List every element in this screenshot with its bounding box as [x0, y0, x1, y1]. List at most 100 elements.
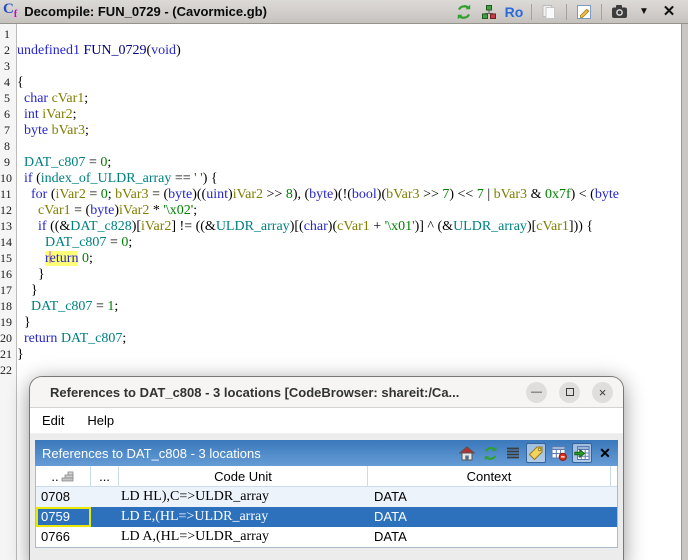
column-header-code-unit[interactable]: Code Unit: [119, 466, 368, 487]
table-remove-icon: [551, 446, 567, 461]
home-button[interactable]: [457, 443, 477, 463]
code-token: +: [369, 219, 385, 234]
line-number: 3: [4, 59, 10, 73]
references-panel-toolbar: ✕: [457, 443, 618, 463]
code-token: FUN_0729: [83, 43, 147, 58]
list-icon: [507, 447, 519, 459]
code-line[interactable]: 21}: [0, 346, 681, 362]
code-line[interactable]: 7 byte bVar3;: [0, 122, 681, 138]
close-window-button[interactable]: ×: [592, 381, 613, 403]
code-token: }: [17, 347, 24, 362]
code-line[interactable]: 8: [0, 138, 681, 154]
graph-button[interactable]: [479, 2, 499, 22]
edit-button[interactable]: [574, 2, 594, 22]
code-token: >>: [419, 187, 443, 202]
line-number: 21: [0, 347, 12, 361]
table-go-icon: [574, 446, 590, 460]
decompiler-toolbar: Ro ▼ ✕: [454, 2, 688, 22]
code-line[interactable]: 5 char cVar1;: [0, 90, 681, 106]
code-line[interactable]: 9 DAT_c807 = 0;: [0, 154, 681, 170]
cell-spacer: [611, 487, 617, 507]
code-line[interactable]: 4{: [0, 74, 681, 90]
code-token: ): [176, 43, 181, 58]
show-labels-button[interactable]: [526, 443, 546, 463]
code-line[interactable]: 18 DAT_c807 = 1;: [0, 298, 681, 314]
code-token: 0: [81, 251, 89, 266]
code-token: }: [17, 283, 38, 298]
line-number: 13: [0, 219, 12, 233]
snapshot-button[interactable]: [609, 2, 629, 22]
line-number: 7: [4, 123, 10, 137]
code-token: cVar1: [536, 219, 569, 234]
code-token: char: [303, 219, 328, 234]
code-line[interactable]: 11 for (iVar2 = 0; bVar3 = (byte)((uint)…: [0, 186, 681, 202]
copy-button[interactable]: [539, 2, 559, 22]
line-number: 22: [0, 363, 12, 377]
table-row[interactable]: 0759 LD E,(HL=>ULDR_array DATA: [36, 507, 617, 527]
menu-help[interactable]: Help: [87, 413, 114, 428]
code-line[interactable]: 20 return DAT_c807;: [0, 330, 681, 346]
code-line[interactable]: 17 }: [0, 282, 681, 298]
code-line[interactable]: 2 undefined1 FUN_0729(void): [0, 42, 681, 58]
code-token: return: [24, 331, 58, 346]
make-selection-button[interactable]: [572, 443, 592, 463]
maximize-button[interactable]: [559, 381, 580, 403]
line-number: 18: [0, 299, 12, 313]
references-dialog: References to DAT_c808 - 3 locations [Co…: [30, 377, 623, 560]
code-token: (: [47, 187, 56, 202]
code-line[interactable]: 15 return 0;: [0, 250, 681, 266]
cursor-token: return: [45, 251, 79, 266]
minimize-button[interactable]: —: [526, 381, 547, 403]
code-token: iVar2: [42, 107, 73, 122]
column-header-location[interactable]: ..: [36, 466, 91, 487]
close-icon: ✕: [599, 445, 611, 461]
code-token: if: [24, 171, 33, 186]
line-number: 15: [0, 251, 12, 265]
column-header-extra[interactable]: ...: [91, 466, 119, 487]
code-line[interactable]: 22: [0, 362, 681, 378]
line-number: 6: [4, 107, 10, 121]
code-token: bVar3: [386, 187, 420, 202]
code-token: ] != ((&: [171, 219, 216, 234]
code-token: >>: [263, 187, 286, 202]
code-line[interactable]: 13 if ((&DAT_c828)[iVar2] != ((&ULDR_arr…: [0, 218, 681, 234]
code-line[interactable]: 19 }: [0, 314, 681, 330]
menu-edit[interactable]: Edit: [42, 413, 64, 428]
menu-list-button[interactable]: [503, 443, 523, 463]
code-line[interactable]: 3: [0, 58, 681, 74]
ro-button[interactable]: Ro: [504, 2, 524, 22]
dialog-menubar: Edit Help: [30, 408, 623, 434]
code-token: uint: [206, 187, 229, 202]
code-line[interactable]: 6 int iVar2;: [0, 106, 681, 122]
column-header-context[interactable]: Context: [368, 466, 611, 487]
cell-spacer: [611, 527, 617, 547]
refresh-references-button[interactable]: [480, 443, 500, 463]
toolbar-separator: [531, 3, 532, 20]
line-number: 20: [0, 331, 12, 345]
refresh-button[interactable]: [454, 2, 474, 22]
graph-icon: [482, 4, 496, 19]
code-line[interactable]: 14 DAT_c807 = 0;: [0, 234, 681, 250]
code-line[interactable]: 16 }: [0, 266, 681, 282]
code-line[interactable]: 10 if (index_of_ULDR_array == ' ') {: [0, 170, 681, 186]
close-panel-button[interactable]: ✕: [659, 2, 679, 22]
table-row[interactable]: 0708 LD HL),C=>ULDR_array DATA: [36, 487, 617, 507]
code-line[interactable]: 12 cVar1 = (byte)iVar2 * '\x02';: [0, 202, 681, 218]
close-references-button[interactable]: ✕: [595, 443, 615, 463]
code-line[interactable]: 1: [0, 26, 681, 42]
cell-location: 0708: [41, 489, 70, 504]
table-row[interactable]: 0766 LD A,(HL=>ULDR_array DATA: [36, 527, 617, 547]
dialog-titlebar[interactable]: References to DAT_c808 - 3 locations [Co…: [30, 377, 623, 408]
line-number: 12: [0, 203, 12, 217]
code-token: = (: [70, 203, 91, 218]
code-token: byte: [168, 187, 193, 202]
refresh-icon: [457, 4, 471, 19]
code-token: )(!(: [333, 187, 352, 202]
remove-table-button[interactable]: [549, 443, 569, 463]
panel-menu-button[interactable]: ▼: [634, 2, 654, 22]
code-token: =: [85, 187, 101, 202]
code-token: ), (: [292, 187, 310, 202]
